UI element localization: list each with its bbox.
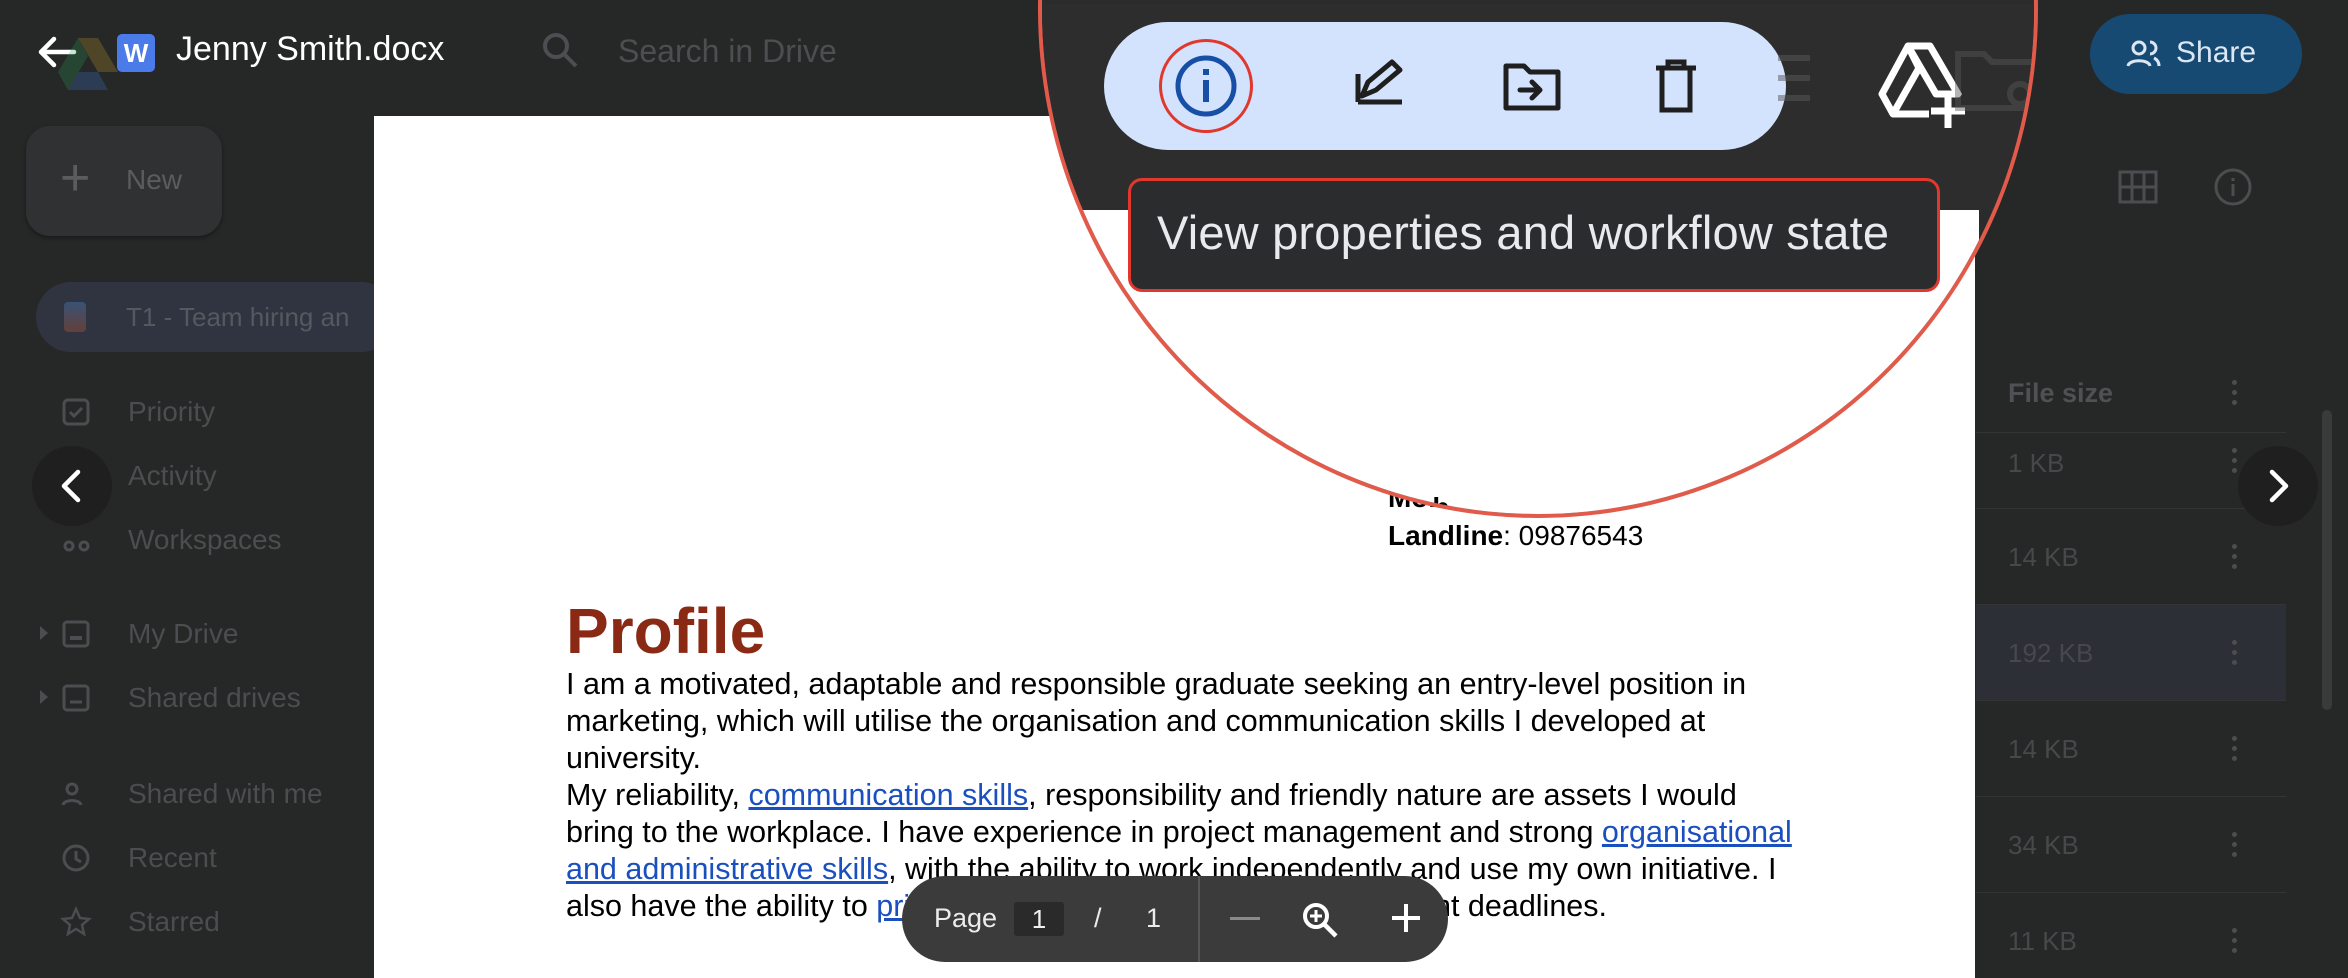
zoom-in-button[interactable] (1386, 898, 1426, 938)
file-size-cell: 14 KB (2008, 734, 2079, 764)
grid-view-icon (2118, 170, 2158, 204)
file-size-cell: 14 KB (2008, 542, 2079, 572)
word-file-icon: W (117, 34, 155, 72)
next-file-button[interactable] (2238, 446, 2318, 526)
zoom-out-button[interactable] (1230, 917, 1260, 920)
file-actions-toolbar (1104, 22, 1786, 150)
contact-landline: Landline: 09876543 (1388, 520, 1643, 552)
zoom-icon[interactable] (1300, 900, 1340, 940)
toolbar-divider (1198, 876, 1200, 962)
row-divider (1976, 700, 2286, 701)
move-to-folder-icon (1503, 63, 1561, 111)
shared-drives-icon (62, 684, 90, 712)
more-vert-icon (2232, 928, 2238, 954)
page-label: Page (934, 903, 998, 933)
share-button[interactable]: Share (2090, 14, 2302, 94)
more-vert-icon (2232, 544, 2238, 570)
row-divider (1976, 796, 2286, 797)
sidebar-item-label: Recent (128, 842, 217, 873)
sidebar-item-workspaces: Workspaces (0, 520, 360, 560)
page-separator: / (1094, 903, 1102, 933)
more-vert-icon (2232, 736, 2238, 762)
sidebar-item-shared-with-me: Shared with me (0, 774, 360, 814)
sidebar-item-label: Priority (128, 396, 216, 427)
sidebar-item-my-drive: My Drive (0, 614, 360, 654)
more-vert-icon (2232, 832, 2238, 858)
list-view-icon (1778, 55, 1810, 101)
plus-icon: + (60, 149, 91, 207)
my-drive-icon (62, 620, 90, 648)
info-icon (2214, 168, 2252, 206)
priority-icon (62, 398, 90, 426)
sidebar-item-label: Activity (128, 460, 217, 491)
sidebar-item-recent: Recent (0, 838, 360, 878)
shared-with-me-icon (61, 782, 83, 806)
chevron-left-icon (61, 469, 81, 503)
share-button-label: Share (2176, 36, 2257, 69)
sidebar-item-label: Workspaces (128, 524, 282, 555)
expand-arrow-icon (40, 626, 48, 640)
file-size-cell: 11 KB (2008, 926, 2077, 956)
view-properties-button[interactable] (1156, 36, 1256, 136)
page-toolbar: Page 1 / 1 (902, 876, 1448, 962)
file-size-cell: 34 KB (2008, 830, 2079, 860)
search-placeholder: Search in Drive (618, 33, 837, 69)
drive-logo-icon (58, 38, 118, 90)
sidebar-item-shared-drives: Shared drives (0, 678, 360, 718)
profile-heading: Profile (566, 595, 766, 667)
delete-button[interactable] (1626, 36, 1726, 136)
previous-file-button[interactable] (32, 446, 112, 526)
file-size-cell: 192 KB (2008, 638, 2094, 668)
landline-label: Landline (1388, 520, 1504, 551)
communication-skills-link[interactable]: communication skills (748, 778, 1028, 812)
profile-text: My reliability, (566, 778, 749, 812)
total-pages: 1 (1146, 903, 1162, 933)
sidebar-item-label: Shared with me (128, 778, 323, 809)
edit-icon (1355, 59, 1403, 105)
page-number-input[interactable]: 1 (1014, 902, 1064, 936)
file-title: Jenny Smith.docx (176, 30, 445, 68)
chevron-right-icon (2269, 469, 2289, 503)
row-divider (1976, 604, 2286, 605)
workspaces-icon (63, 540, 90, 552)
tooltip-text: View properties and workflow state (1157, 206, 1890, 259)
highlight-ring (1159, 39, 1253, 133)
zoom-callout: Mob View properties and workflow state (1038, 0, 2038, 518)
move-to-folder-button[interactable] (1482, 36, 1582, 136)
profile-paragraph-1: I am a motivated, adaptable and responsi… (566, 667, 1747, 775)
new-button-label: New (126, 164, 183, 195)
new-button: + New (26, 126, 222, 236)
more-vert-icon (2232, 380, 2238, 406)
sidebar-item-label: Shared drives (128, 682, 301, 713)
workspace-chip-label: T1 - Team hiring an (126, 302, 350, 332)
sidebar-item-label: Starred (128, 906, 220, 937)
folder-icon (1955, 51, 2034, 111)
edit-button[interactable] (1330, 36, 1430, 136)
more-vert-icon (2232, 640, 2238, 666)
sidebar-item-starred: Starred (0, 902, 360, 942)
sidebar-item-priority: Priority (0, 392, 360, 432)
clock-icon (62, 844, 90, 872)
sidebar-item-label: My Drive (128, 618, 239, 649)
expand-arrow-icon (40, 690, 48, 704)
star-icon (60, 906, 92, 937)
people-icon (2126, 40, 2161, 67)
workspace-chip: T1 - Team hiring an (36, 282, 396, 352)
workspace-file-icon (64, 302, 86, 332)
landline-value: : 09876543 (1503, 520, 1644, 551)
scrollbar (2322, 410, 2332, 710)
trash-icon (1656, 59, 1696, 113)
row-divider (1976, 892, 2286, 893)
search-icon (543, 33, 578, 68)
properties-tooltip: View properties and workflow state (1128, 178, 1940, 292)
